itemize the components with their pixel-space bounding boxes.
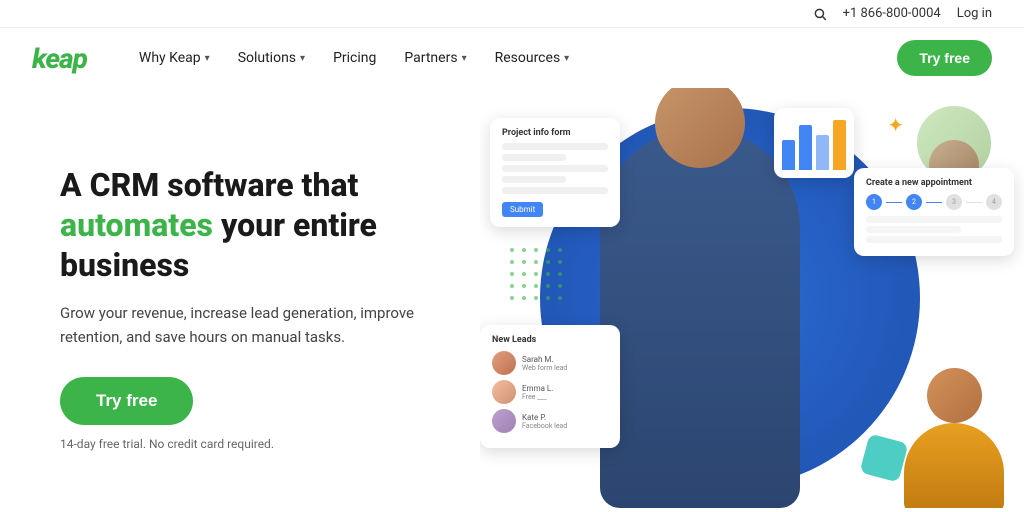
chart-bar	[816, 135, 829, 170]
hero-section: A CRM software that automates your entir…	[0, 88, 1024, 508]
dots-decoration	[510, 248, 566, 304]
lead-source: Free ___	[522, 393, 553, 401]
step-line	[966, 202, 982, 203]
form-submit-button[interactable]: Submit	[502, 202, 543, 217]
step-1: 1	[866, 194, 882, 210]
navbar: keap Why Keap ▾ Solutions ▾ Pricing Part…	[0, 28, 1024, 88]
nav-item-partners[interactable]: Partners ▾	[392, 42, 478, 74]
lead-avatar	[492, 380, 516, 404]
step-line	[886, 202, 902, 203]
step-3: 3	[946, 194, 962, 210]
hero-try-free-button[interactable]: Try free	[60, 377, 193, 425]
login-link[interactable]: Log in	[957, 6, 992, 21]
lead-name: Kate P.	[522, 413, 567, 422]
chevron-down-icon: ▾	[205, 53, 210, 64]
appt-field	[866, 216, 1002, 223]
lead-name: Emma L.	[522, 384, 553, 393]
leads-card-title: New Leads	[492, 335, 608, 345]
lead-item: Emma L. Free ___	[492, 380, 608, 404]
person-head	[655, 88, 745, 168]
nav-item-solutions[interactable]: Solutions ▾	[226, 42, 317, 74]
lead-item: Kate P. Facebook lead	[492, 409, 608, 433]
chevron-down-icon: ▾	[564, 53, 569, 64]
step-4: 4	[986, 194, 1002, 210]
appt-field	[866, 236, 1002, 243]
appointment-card-title: Create a new appointment	[866, 178, 1002, 188]
logo[interactable]: keap	[32, 42, 87, 75]
chart-bar	[833, 120, 846, 170]
lead-source: Facebook lead	[522, 422, 567, 430]
hero-heading: A CRM software that automates your entir…	[60, 165, 448, 285]
form-field	[502, 154, 566, 161]
person2-body	[904, 423, 1004, 508]
hero-content: A CRM software that automates your entir…	[0, 88, 480, 508]
step-2: 2	[906, 194, 922, 210]
star-decoration: ✦	[887, 113, 904, 137]
lead-source: Web form lead	[522, 364, 567, 372]
nav-links: Why Keap ▾ Solutions ▾ Pricing Partners …	[127, 42, 898, 74]
appointment-steps: 1 2 3 4	[866, 194, 1002, 210]
form-field	[502, 143, 608, 150]
leads-card: New Leads Sarah M. Web form lead Emma L.…	[480, 325, 620, 448]
nav-try-free-button[interactable]: Try free	[897, 40, 992, 76]
nav-item-resources[interactable]: Resources ▾	[483, 42, 582, 74]
appt-field	[866, 226, 961, 233]
chevron-down-icon: ▾	[462, 53, 467, 64]
form-field	[502, 165, 608, 172]
search-button[interactable]	[813, 7, 827, 21]
chart-card	[774, 108, 854, 178]
form-field	[502, 187, 608, 194]
form-card-title: Project info form	[502, 128, 608, 138]
trial-note: 14-day free trial. No credit card requir…	[60, 437, 448, 451]
lead-avatar	[492, 409, 516, 433]
lead-item: Sarah M. Web form lead	[492, 351, 608, 375]
hero-illustration: ✦ Project info form Submit New Leads Sar…	[480, 88, 1024, 508]
chart-bar	[782, 140, 795, 170]
person-body	[600, 128, 800, 508]
lead-name: Sarah M.	[522, 355, 567, 364]
lead-avatar	[492, 351, 516, 375]
person2-head	[927, 368, 982, 423]
step-line	[926, 202, 942, 203]
form-field	[502, 176, 566, 183]
phone-link[interactable]: +1 866-800-0004	[843, 6, 941, 21]
person2-illustration	[894, 368, 1014, 508]
nav-item-pricing[interactable]: Pricing	[321, 42, 388, 74]
nav-item-why-keap[interactable]: Why Keap ▾	[127, 42, 222, 74]
form-card: Project info form Submit	[490, 118, 620, 227]
chevron-down-icon: ▾	[300, 53, 305, 64]
chart-bar	[799, 125, 812, 170]
hero-subtext: Grow your revenue, increase lead generat…	[60, 301, 420, 349]
utility-bar: +1 866-800-0004 Log in	[0, 0, 1024, 28]
appointment-card: Create a new appointment 1 2 3 4	[854, 168, 1014, 256]
